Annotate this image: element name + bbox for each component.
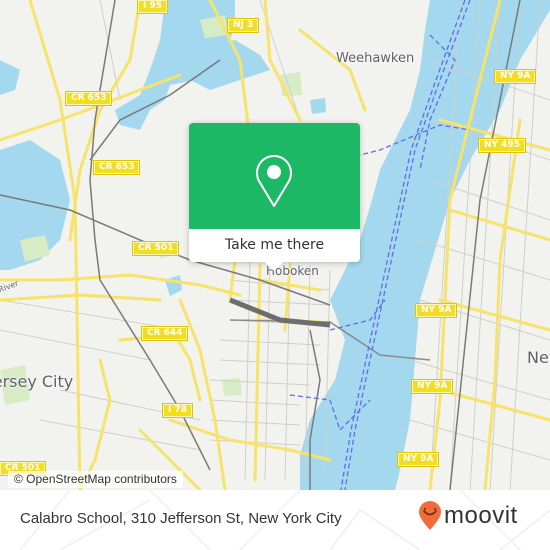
place-label-weehawken: Weehawken: [336, 51, 415, 66]
road-label-cr644: CR 644: [140, 326, 189, 341]
road-label-i95: I 95: [136, 0, 169, 14]
place-label-new-york: New: [527, 348, 550, 367]
footer: Calabro School, 310 Jefferson St, New Yo…: [0, 490, 550, 550]
road-label-i78: I 78: [161, 403, 194, 418]
moovit-logo[interactable]: moovit: [418, 500, 518, 532]
road-label-cr653: CR 653: [92, 160, 141, 175]
map-attribution[interactable]: © OpenStreetMap contributors: [8, 471, 183, 488]
take-me-there-button[interactable]: Take me there: [189, 229, 360, 262]
west-water: [0, 60, 20, 95]
road-label-cr501: CR 501: [131, 241, 180, 256]
road-label-cr653: CR 653: [64, 91, 113, 106]
moovit-wordmark: moovit: [444, 502, 518, 529]
map-pin-icon: [256, 155, 292, 207]
road-label-ny9a: NY 9A: [410, 379, 454, 394]
road-label-ny9a: NY 9A: [396, 452, 440, 467]
road-label-ny495: NY 495: [478, 138, 526, 153]
place-label-jersey-city: Jersey City: [0, 372, 74, 391]
popup-pointer: [265, 262, 283, 271]
road-label-ny9a: NY 9A: [493, 69, 537, 84]
map[interactable]: I 95 NJ 3 CR 653 CR 653 CR 501 CR 644 I …: [0, 0, 550, 490]
road-label-ny9a: NY 9A: [414, 303, 458, 318]
pond: [165, 275, 182, 296]
address-text: Calabro School, 310 Jefferson St, New Yo…: [20, 510, 342, 527]
moovit-pin-smile-icon: [419, 501, 441, 530]
pond-2: [310, 98, 326, 114]
road-label-nj3: NJ 3: [226, 18, 260, 33]
destination-popup[interactable]: Take me there: [189, 123, 360, 271]
hackensack-river-north: [185, 40, 270, 90]
popup-header: [189, 123, 360, 229]
